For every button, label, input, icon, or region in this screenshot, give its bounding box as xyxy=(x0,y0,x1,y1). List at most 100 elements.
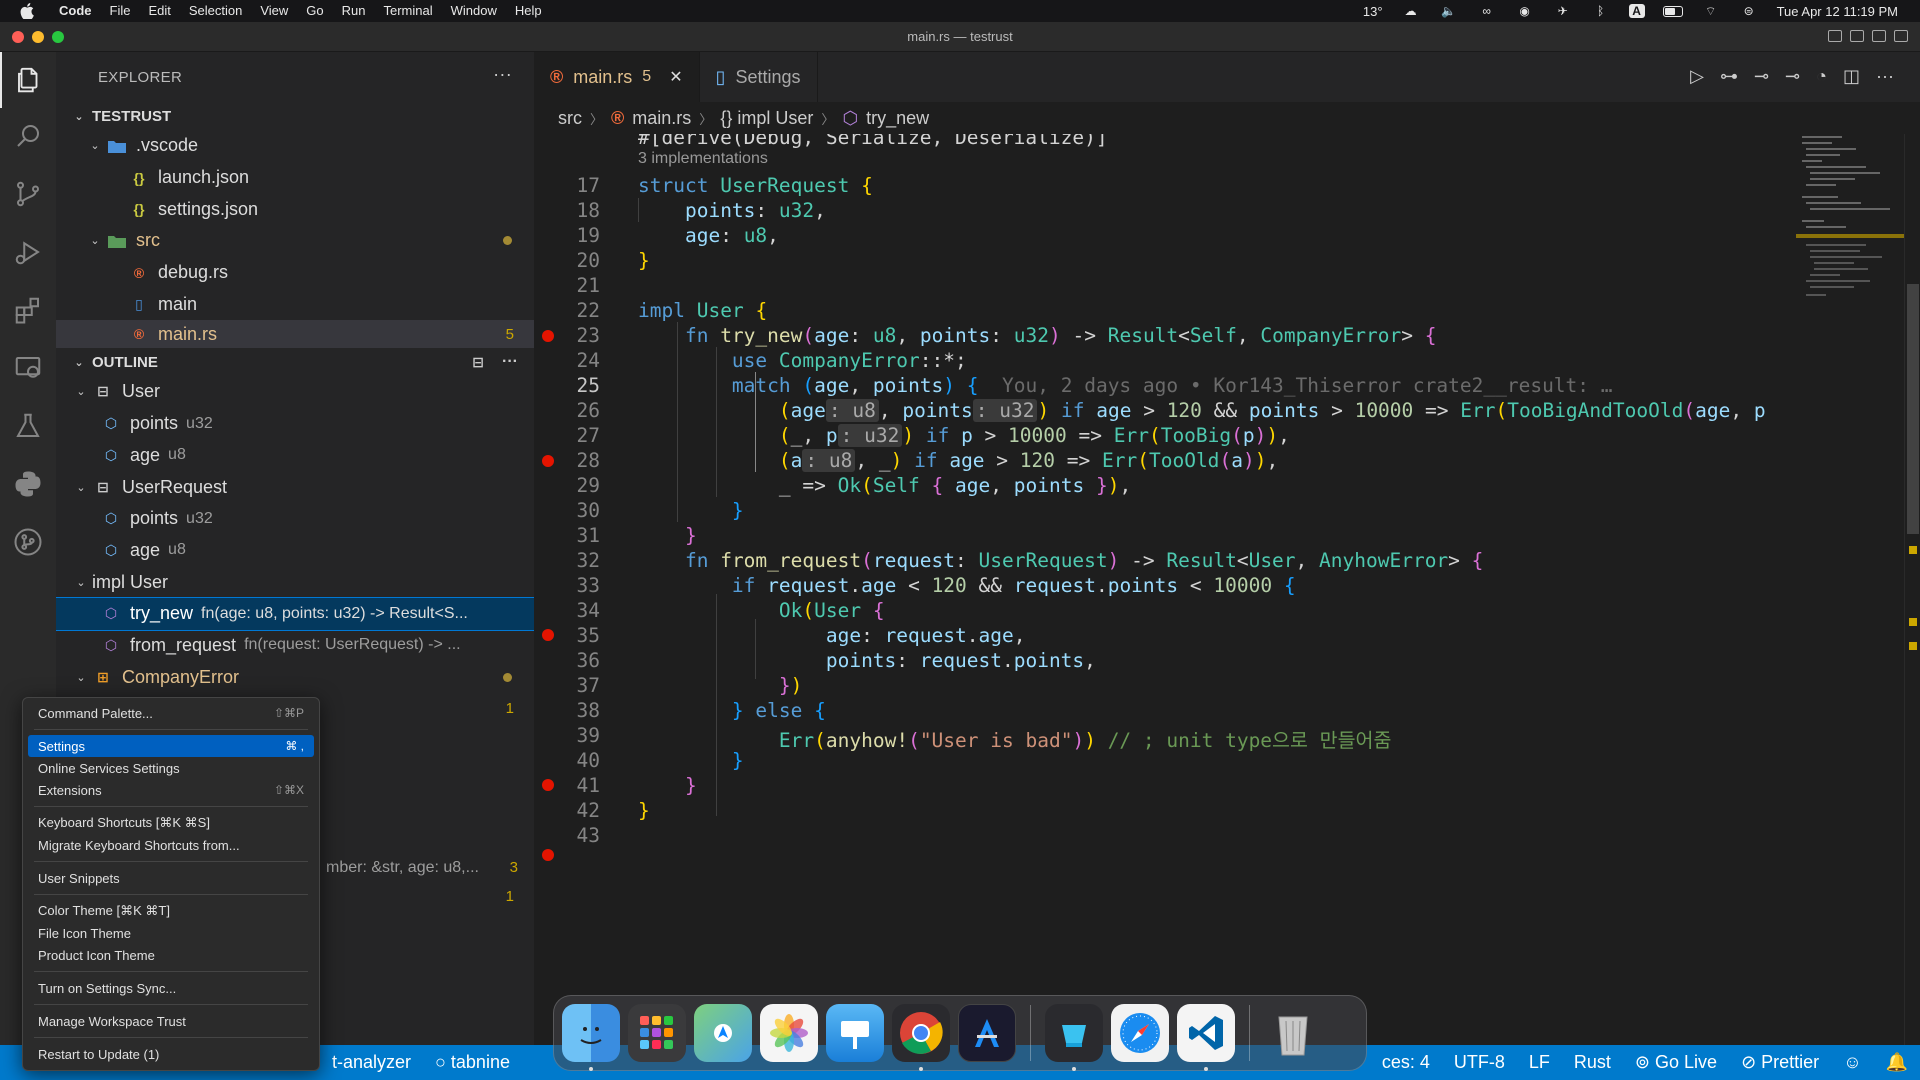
input-source-icon[interactable]: A xyxy=(1628,4,1645,18)
menu-go[interactable]: Go xyxy=(297,0,332,22)
outline-item-impl-user[interactable]: ⌄ impl User xyxy=(56,566,534,598)
safari-icon[interactable] xyxy=(1111,1004,1169,1062)
python-icon[interactable] xyxy=(0,456,56,512)
weather-text[interactable]: 13° xyxy=(1363,4,1383,19)
menu-item-keyboard-shortcuts[interactable]: Keyboard Shortcuts [⌘K ⌘S] xyxy=(28,812,314,834)
outline-item-companyerror[interactable]: ⌄ ⊞ CompanyError xyxy=(56,661,534,693)
outline-section-header[interactable]: ⌄ OUTLINE ⊟ ··· xyxy=(56,348,534,376)
breakpoint-icon[interactable] xyxy=(542,330,554,342)
tab-settings[interactable]: ▯ Settings xyxy=(700,52,818,102)
more-actions-icon[interactable]: ··· xyxy=(493,64,512,85)
menu-item-user-snippets[interactable]: User Snippets xyxy=(28,867,314,889)
explorer-icon[interactable] xyxy=(0,52,56,108)
outline-item-userrequest[interactable]: ⌄ ⊟ UserRequest xyxy=(56,471,534,503)
outline-item-user[interactable]: ⌄ ⊟ User xyxy=(56,376,534,408)
menu-item-product-icon-theme[interactable]: Product Icon Theme xyxy=(28,944,314,966)
previous-change-icon[interactable]: ⊸ xyxy=(1754,66,1769,87)
control-center-icon[interactable]: ⊜ xyxy=(1739,4,1759,18)
photos-icon[interactable] xyxy=(760,1004,818,1062)
status-eol[interactable]: LF xyxy=(1517,1052,1562,1073)
menu-selection[interactable]: Selection xyxy=(180,0,251,22)
play-circle-icon[interactable]: ◉ xyxy=(1515,4,1535,18)
tree-item-launch-json[interactable]: {} launch.json xyxy=(56,162,534,194)
outline-item-try-new[interactable]: ⬡ try_new fn(age: u8, points: u32) -> Re… xyxy=(56,596,534,631)
split-editor-icon[interactable]: ◫ xyxy=(1843,66,1860,87)
launchpad-icon[interactable] xyxy=(628,1004,686,1062)
menu-item-command-palette[interactable]: Command Palette... ⇧⌘P xyxy=(28,702,314,724)
xcode-icon[interactable] xyxy=(958,1004,1016,1062)
minimap[interactable] xyxy=(1796,134,1904,1045)
code-editor[interactable]: #[derive(Debug, Serialize, Deserialize)]… xyxy=(534,134,1792,1045)
tree-item-debug-rs[interactable]: ® debug.rs xyxy=(56,257,534,289)
outline-item-age[interactable]: ⬡ age u8 xyxy=(56,440,534,472)
dropzone-icon[interactable] xyxy=(1045,1004,1103,1071)
menu-item-extensions[interactable]: Extensions ⇧⌘X xyxy=(28,779,314,801)
search-icon[interactable] xyxy=(0,108,56,164)
menu-app-name[interactable]: Code xyxy=(50,0,101,22)
timeline-icon[interactable]: ◔ xyxy=(1816,66,1827,87)
codelens-implementations[interactable]: 3 implementations xyxy=(638,150,768,168)
breakpoint-icon[interactable] xyxy=(542,629,554,641)
menu-item-online-services-settings[interactable]: Online Services Settings xyxy=(28,757,314,779)
menu-item-settings[interactable]: Settings ⌘ , xyxy=(28,735,314,757)
outline-item-from-request[interactable]: ⬡ from_request fn(request: UserRequest) … xyxy=(56,630,534,662)
breadcrumb-file[interactable]: main.rs xyxy=(632,108,691,129)
toggle-panel-icon[interactable] xyxy=(1850,30,1864,42)
source-control-icon[interactable] xyxy=(0,166,56,222)
maps-icon[interactable] xyxy=(694,1004,752,1062)
menu-item-color-theme[interactable]: Color Theme [⌘K ⌘T] xyxy=(28,900,314,922)
project-section-header[interactable]: ⌄ TESTRUST xyxy=(56,102,534,130)
status-indentation[interactable]: ces: 4 xyxy=(1370,1052,1442,1073)
close-tab-icon[interactable]: ✕ xyxy=(669,67,682,87)
next-change-icon[interactable]: ⊸ xyxy=(1785,66,1800,87)
bluetooth-icon[interactable]: ᛒ xyxy=(1591,4,1611,18)
testing-flask-icon[interactable] xyxy=(0,398,56,454)
status-tabnine[interactable]: ○ tabnine xyxy=(423,1052,522,1073)
status-language[interactable]: Rust xyxy=(1562,1052,1623,1073)
chrome-icon[interactable] xyxy=(892,1004,950,1071)
more-actions-icon[interactable]: ··· xyxy=(502,353,518,371)
breakpoint-icon[interactable] xyxy=(542,455,554,467)
tree-item-main-rs[interactable]: ® main.rs 5 xyxy=(56,320,534,349)
collapse-all-icon[interactable]: ⊟ xyxy=(472,354,484,371)
apple-icon[interactable] xyxy=(18,2,36,20)
vertical-scrollbar[interactable] xyxy=(1904,134,1920,1045)
menu-item-migrate-shortcuts[interactable]: Migrate Keyboard Shortcuts from... xyxy=(28,834,314,856)
outline-item-age[interactable]: ⬡ age u8 xyxy=(56,535,534,567)
notifications-bell-icon[interactable]: 🔔 xyxy=(1874,1052,1920,1073)
menu-window[interactable]: Window xyxy=(442,0,506,22)
datetime-text[interactable]: Tue Apr 12 11:19 PM xyxy=(1777,4,1898,19)
menu-view[interactable]: View xyxy=(251,0,297,22)
menu-help[interactable]: Help xyxy=(506,0,551,22)
finder-icon[interactable] xyxy=(562,1004,620,1071)
feedback-icon[interactable]: ☺ xyxy=(1831,1052,1873,1073)
git-graph-icon[interactable] xyxy=(0,514,56,570)
breadcrumb-src[interactable]: src xyxy=(558,108,582,129)
menu-edit[interactable]: Edit xyxy=(139,0,179,22)
menu-item-workspace-trust[interactable]: Manage Workspace Trust xyxy=(28,1010,314,1032)
menu-file[interactable]: File xyxy=(101,0,140,22)
menu-item-restart-to-update[interactable]: Restart to Update (1) xyxy=(28,1043,314,1065)
bird-icon[interactable]: ✈ xyxy=(1553,4,1573,18)
menu-terminal[interactable]: Terminal xyxy=(375,0,442,22)
tree-item-src[interactable]: ⌄ src xyxy=(56,225,534,257)
tree-item-vscode[interactable]: ⌄ .vscode xyxy=(56,130,534,162)
toggle-secondary-sidebar-icon[interactable] xyxy=(1872,30,1886,42)
breadcrumb-symbol[interactable]: try_new xyxy=(866,108,929,129)
menu-item-file-icon-theme[interactable]: File Icon Theme xyxy=(28,922,314,944)
keynote-icon[interactable] xyxy=(826,1004,884,1062)
status-prettier[interactable]: ⊘ Prettier xyxy=(1729,1052,1831,1073)
remote-explorer-icon[interactable] xyxy=(0,340,56,396)
status-encoding[interactable]: UTF-8 xyxy=(1442,1052,1517,1073)
run-icon[interactable]: ▷ xyxy=(1690,66,1704,87)
tree-item-settings-json[interactable]: {} settings.json xyxy=(56,193,534,225)
breakpoint-icon[interactable] xyxy=(542,849,554,861)
glasses-icon[interactable]: ∞ xyxy=(1477,4,1497,18)
breakpoint-icon[interactable] xyxy=(542,779,554,791)
volume-icon[interactable]: 🔈 xyxy=(1439,4,1459,18)
toggle-sidebar-icon[interactable] xyxy=(1828,30,1842,42)
extensions-icon[interactable] xyxy=(0,282,56,338)
tab-main-rs[interactable]: ® main.rs 5 ✕ xyxy=(534,52,700,102)
outline-item-points[interactable]: ⬡ points u32 xyxy=(56,503,534,535)
trash-icon[interactable] xyxy=(1264,1004,1322,1062)
